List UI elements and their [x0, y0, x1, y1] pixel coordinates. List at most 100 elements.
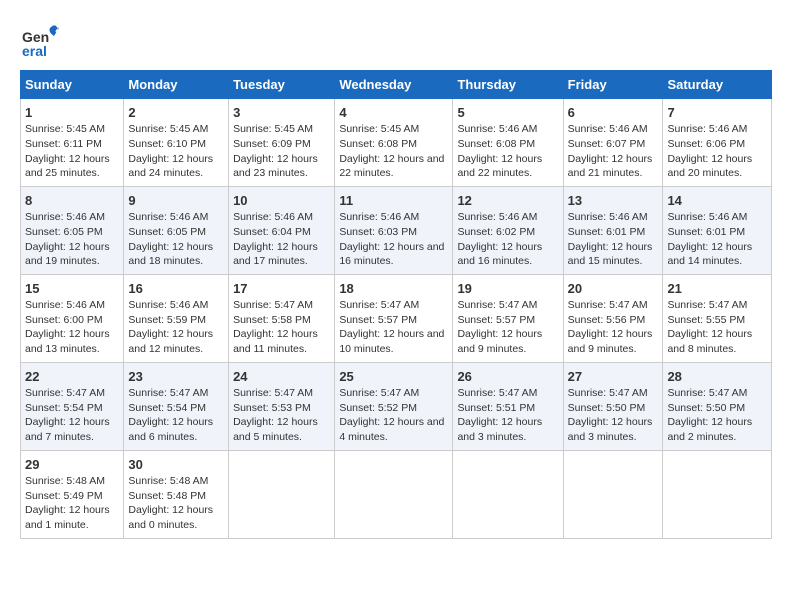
- day-number: 14: [667, 192, 767, 210]
- daylight-text: Daylight: 12 hours and 3 minutes.: [457, 416, 542, 443]
- day-number: 2: [128, 104, 224, 122]
- day-number: 19: [457, 280, 558, 298]
- calendar-cell: [229, 450, 335, 538]
- daylight-text: Daylight: 12 hours and 14 minutes.: [667, 241, 752, 268]
- sunrise-text: Sunrise: 5:45 AM: [128, 123, 208, 135]
- calendar-cell: 24Sunrise: 5:47 AMSunset: 5:53 PMDayligh…: [229, 362, 335, 450]
- sunset-text: Sunset: 5:50 PM: [568, 402, 646, 414]
- daylight-text: Daylight: 12 hours and 21 minutes.: [568, 153, 653, 180]
- daylight-text: Daylight: 12 hours and 12 minutes.: [128, 328, 213, 355]
- day-number: 28: [667, 368, 767, 386]
- daylight-text: Daylight: 12 hours and 8 minutes.: [667, 328, 752, 355]
- daylight-text: Daylight: 12 hours and 17 minutes.: [233, 241, 318, 268]
- sunrise-text: Sunrise: 5:46 AM: [233, 211, 313, 223]
- sunset-text: Sunset: 5:54 PM: [128, 402, 206, 414]
- header-thursday: Thursday: [453, 71, 563, 99]
- sunset-text: Sunset: 5:53 PM: [233, 402, 311, 414]
- sunset-text: Sunset: 6:05 PM: [25, 226, 103, 238]
- sunrise-text: Sunrise: 5:46 AM: [25, 211, 105, 223]
- sunset-text: Sunset: 5:59 PM: [128, 314, 206, 326]
- day-number: 27: [568, 368, 659, 386]
- sunrise-text: Sunrise: 5:46 AM: [667, 211, 747, 223]
- sunset-text: Sunset: 6:06 PM: [667, 138, 745, 150]
- sunrise-text: Sunrise: 5:47 AM: [233, 387, 313, 399]
- sunrise-text: Sunrise: 5:46 AM: [25, 299, 105, 311]
- daylight-text: Daylight: 12 hours and 23 minutes.: [233, 153, 318, 180]
- svg-text:eral: eral: [22, 43, 47, 59]
- calendar-cell: 14Sunrise: 5:46 AMSunset: 6:01 PMDayligh…: [663, 186, 772, 274]
- calendar-cell: 7Sunrise: 5:46 AMSunset: 6:06 PMDaylight…: [663, 99, 772, 187]
- calendar-cell: 8Sunrise: 5:46 AMSunset: 6:05 PMDaylight…: [21, 186, 124, 274]
- day-number: 25: [339, 368, 448, 386]
- sunrise-text: Sunrise: 5:46 AM: [128, 211, 208, 223]
- daylight-text: Daylight: 12 hours and 22 minutes.: [457, 153, 542, 180]
- sunset-text: Sunset: 5:50 PM: [667, 402, 745, 414]
- day-number: 13: [568, 192, 659, 210]
- calendar-cell: 20Sunrise: 5:47 AMSunset: 5:56 PMDayligh…: [563, 274, 663, 362]
- sunrise-text: Sunrise: 5:46 AM: [568, 123, 648, 135]
- calendar-header-row: SundayMondayTuesdayWednesdayThursdayFrid…: [21, 71, 772, 99]
- sunrise-text: Sunrise: 5:47 AM: [667, 387, 747, 399]
- sunset-text: Sunset: 6:11 PM: [25, 138, 102, 150]
- calendar-cell: 21Sunrise: 5:47 AMSunset: 5:55 PMDayligh…: [663, 274, 772, 362]
- sunset-text: Sunset: 5:57 PM: [339, 314, 417, 326]
- calendar-cell: 29Sunrise: 5:48 AMSunset: 5:49 PMDayligh…: [21, 450, 124, 538]
- calendar-cell: 28Sunrise: 5:47 AMSunset: 5:50 PMDayligh…: [663, 362, 772, 450]
- page-header: Gen eral: [20, 20, 772, 60]
- calendar-cell: 11Sunrise: 5:46 AMSunset: 6:03 PMDayligh…: [335, 186, 453, 274]
- sunrise-text: Sunrise: 5:46 AM: [457, 123, 537, 135]
- calendar-cell: 26Sunrise: 5:47 AMSunset: 5:51 PMDayligh…: [453, 362, 563, 450]
- day-number: 11: [339, 192, 448, 210]
- sunset-text: Sunset: 5:54 PM: [25, 402, 103, 414]
- calendar-table: SundayMondayTuesdayWednesdayThursdayFrid…: [20, 70, 772, 539]
- sunrise-text: Sunrise: 5:47 AM: [457, 299, 537, 311]
- day-number: 29: [25, 456, 119, 474]
- calendar-week-row: 1 Sunrise: 5:45 AM Sunset: 6:11 PM Daylight…: [21, 99, 772, 187]
- calendar-cell: 4Sunrise: 5:45 AMSunset: 6:08 PMDaylight…: [335, 99, 453, 187]
- sunset-text: Sunset: 5:57 PM: [457, 314, 535, 326]
- day-number: 22: [25, 368, 119, 386]
- sunset-text: Sunset: 6:04 PM: [233, 226, 311, 238]
- daylight-text: Daylight: 12 hours and 20 minutes.: [667, 153, 752, 180]
- calendar-cell: [563, 450, 663, 538]
- calendar-cell: 19Sunrise: 5:47 AMSunset: 5:57 PMDayligh…: [453, 274, 563, 362]
- sunset-text: Sunset: 6:07 PM: [568, 138, 646, 150]
- sunset-text: Sunset: 6:05 PM: [128, 226, 206, 238]
- header-wednesday: Wednesday: [335, 71, 453, 99]
- day-number: 12: [457, 192, 558, 210]
- sunrise-text: Sunrise: 5:45 AM: [339, 123, 419, 135]
- sunrise-text: Sunrise: 5:48 AM: [128, 475, 208, 487]
- day-number: 17: [233, 280, 330, 298]
- day-number: 8: [25, 192, 119, 210]
- day-number: 1: [25, 104, 119, 122]
- sunrise-text: Sunrise: 5:47 AM: [568, 387, 648, 399]
- sunset-text: Sunset: 5:48 PM: [128, 490, 206, 502]
- logo-icon: Gen eral: [20, 20, 60, 60]
- sunrise-text: Sunrise: 5:46 AM: [128, 299, 208, 311]
- calendar-week-row: 15Sunrise: 5:46 AMSunset: 6:00 PMDayligh…: [21, 274, 772, 362]
- daylight-text: Daylight: 12 hours and 25 minutes.: [25, 153, 110, 180]
- daylight-text: Daylight: 12 hours and 24 minutes.: [128, 153, 213, 180]
- sunrise-text: Sunrise: 5:46 AM: [339, 211, 419, 223]
- day-number: 3: [233, 104, 330, 122]
- sunset-text: Sunset: 6:01 PM: [568, 226, 646, 238]
- daylight-text: Daylight: 12 hours and 16 minutes.: [457, 241, 542, 268]
- calendar-cell: 6Sunrise: 5:46 AMSunset: 6:07 PMDaylight…: [563, 99, 663, 187]
- calendar-cell: 3Sunrise: 5:45 AMSunset: 6:09 PMDaylight…: [229, 99, 335, 187]
- calendar-cell: 16Sunrise: 5:46 AMSunset: 5:59 PMDayligh…: [124, 274, 229, 362]
- daylight-text: Daylight: 12 hours and 7 minutes.: [25, 416, 110, 443]
- sunset-text: Sunset: 5:58 PM: [233, 314, 311, 326]
- header-sunday: Sunday: [21, 71, 124, 99]
- sunrise-text: Sunrise: 5:47 AM: [568, 299, 648, 311]
- daylight-text: Daylight: 12 hours and 13 minutes.: [25, 328, 110, 355]
- daylight-text: Daylight: 12 hours and 10 minutes.: [339, 328, 444, 355]
- daylight-text: Daylight: 12 hours and 15 minutes.: [568, 241, 653, 268]
- daylight-text: Daylight: 12 hours and 1 minute.: [25, 504, 110, 531]
- sunset-text: Sunset: 6:03 PM: [339, 226, 417, 238]
- day-number: 18: [339, 280, 448, 298]
- calendar-cell: 22Sunrise: 5:47 AMSunset: 5:54 PMDayligh…: [21, 362, 124, 450]
- header-saturday: Saturday: [663, 71, 772, 99]
- sunset-text: Sunset: 5:55 PM: [667, 314, 745, 326]
- calendar-cell: 15Sunrise: 5:46 AMSunset: 6:00 PMDayligh…: [21, 274, 124, 362]
- calendar-week-row: 22 Sunrise: 5:47 AM Sunset: 5:54 PM Dayligh…: [21, 362, 772, 450]
